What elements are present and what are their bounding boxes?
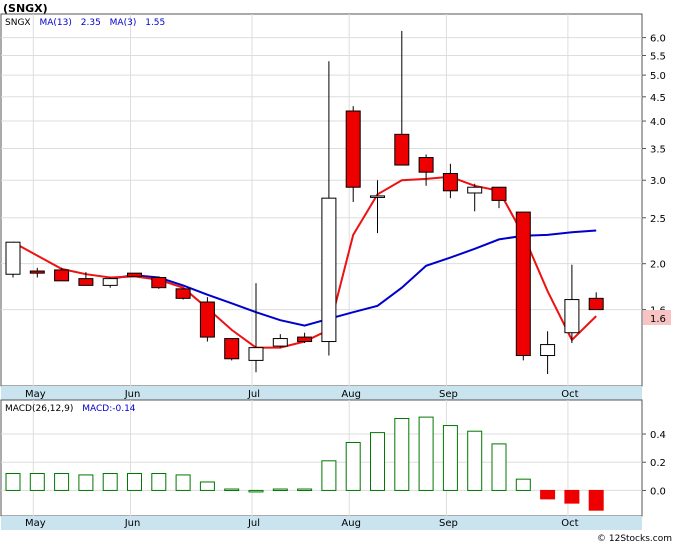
- candle-body: [394, 133, 410, 166]
- macd-bar: [297, 488, 313, 492]
- macd-bar: [78, 474, 94, 491]
- price-tick-label: 4.5: [650, 93, 666, 104]
- candlestick: [151, 276, 167, 289]
- candlestick: [199, 297, 215, 342]
- candlestick: [127, 272, 142, 277]
- legend-symbol: SNGX: [5, 18, 31, 28]
- macd-bar: [588, 489, 604, 511]
- macd-axis: 0.4 0.2 0.0: [642, 430, 666, 497]
- price-tick-label: 6.0: [650, 34, 666, 45]
- price-month-label: Jun: [124, 389, 141, 400]
- candlestick: [515, 211, 531, 361]
- candle-body: [418, 157, 434, 173]
- candlestick: [175, 288, 191, 300]
- macd-month-label: Jun: [124, 518, 141, 529]
- macd-month-label: Jul: [247, 518, 260, 529]
- candle-body: [78, 278, 94, 286]
- macd-tick-label: 0.4: [650, 430, 666, 441]
- macd-bar: [418, 416, 434, 491]
- legend-ma13-value: 2.35: [81, 18, 101, 28]
- stock-chart: (SNGX) 6.0 5.5 5.0 4.5 4.0 3.5 3.0 2.5 2.0 1.6 SN…: [0, 2, 672, 544]
- price-month-label: May: [25, 389, 46, 400]
- legend-ma13-label: MA(13): [39, 18, 71, 28]
- price-month-label: Aug: [341, 389, 361, 400]
- macd-bar: [540, 489, 556, 500]
- candle-body: [5, 241, 21, 275]
- candle-body: [321, 197, 337, 343]
- macd-bar: [127, 473, 142, 491]
- macd-bar: [467, 430, 483, 491]
- candlestick: [54, 267, 70, 282]
- candle-body: [540, 344, 556, 357]
- macd-tick-label: 0.2: [650, 458, 666, 469]
- chart-title: (SNGX): [3, 2, 48, 15]
- candle-body: [248, 347, 264, 361]
- price-month-label: Jul: [247, 389, 260, 400]
- macd-month-label: May: [25, 518, 46, 529]
- candle-body: [151, 277, 167, 289]
- macd-bar: [564, 489, 580, 504]
- price-axis: 6.05.55.04.54.03.53.02.52.01.6: [642, 34, 666, 317]
- candlestick: [5, 241, 21, 278]
- candle-body: [491, 186, 507, 201]
- candle-body: [467, 186, 483, 194]
- price-tick-label: 4.0: [650, 117, 666, 128]
- macd-legend-label: MACD(26,12,9): [5, 404, 73, 414]
- last-price-label: 1.6: [650, 314, 666, 325]
- candle-body: [199, 301, 215, 338]
- candlestick: [345, 106, 361, 202]
- candle-body: [297, 336, 313, 343]
- candle-body: [345, 110, 361, 188]
- candle-body: [564, 299, 580, 334]
- macd-bar: [29, 473, 45, 491]
- price-tick-label: 5.5: [650, 52, 666, 63]
- candle-body: [175, 288, 191, 299]
- macd-month-label: Oct: [561, 518, 578, 529]
- macd-month-band: [1, 516, 642, 530]
- candle-body: [370, 195, 385, 198]
- price-month-label: Sep: [439, 389, 458, 400]
- macd-bar: [102, 473, 118, 491]
- candle-body: [272, 338, 288, 347]
- price-tick-label: 2.0: [650, 260, 666, 271]
- candle-body: [224, 338, 240, 360]
- macd-bar: [224, 488, 240, 492]
- macd-bar: [515, 478, 531, 491]
- price-month-label: Oct: [561, 389, 578, 400]
- legend-ma3-value: 1.55: [145, 18, 165, 28]
- macd-month-label: Sep: [439, 518, 458, 529]
- macd-bar: [5, 473, 21, 491]
- macd-bar: [491, 443, 507, 491]
- candle-body: [102, 278, 118, 286]
- svg-text:MACD(26,12,9) MACD:-0.14: MACD(26,12,9) MACD:-0.14: [5, 404, 136, 414]
- price-tick-label: 2.5: [650, 214, 666, 225]
- candle-body: [442, 173, 458, 192]
- candle-body: [54, 269, 70, 282]
- candle-body: [127, 272, 142, 277]
- candle-body: [515, 211, 531, 357]
- footer-credit: © 12Stocks.com: [597, 534, 672, 544]
- macd-month-label: Aug: [341, 518, 361, 529]
- macd-bar: [54, 473, 70, 491]
- macd-bar: [321, 460, 337, 491]
- macd-bar: [394, 418, 410, 491]
- candlestick: [224, 338, 240, 361]
- price-month-band: [1, 386, 642, 400]
- macd-bar: [442, 425, 458, 491]
- macd-bar: [175, 474, 191, 491]
- macd-bar: [151, 473, 167, 491]
- macd-bar: [345, 441, 361, 491]
- price-tick-label: 3.0: [650, 176, 666, 187]
- legend-ma3-label: MA(3): [110, 18, 137, 28]
- macd-bar: [199, 481, 215, 491]
- macd-legend-value: MACD:-0.14: [82, 404, 136, 414]
- macd-bar: [272, 488, 288, 492]
- price-tick-label: 5.0: [650, 71, 666, 82]
- candle-body: [588, 297, 604, 311]
- macd-bar: [248, 489, 264, 493]
- candle-body: [29, 270, 45, 274]
- macd-tick-label: 0.0: [650, 486, 666, 497]
- macd-bar: [370, 432, 385, 491]
- price-tick-label: 3.5: [650, 145, 666, 156]
